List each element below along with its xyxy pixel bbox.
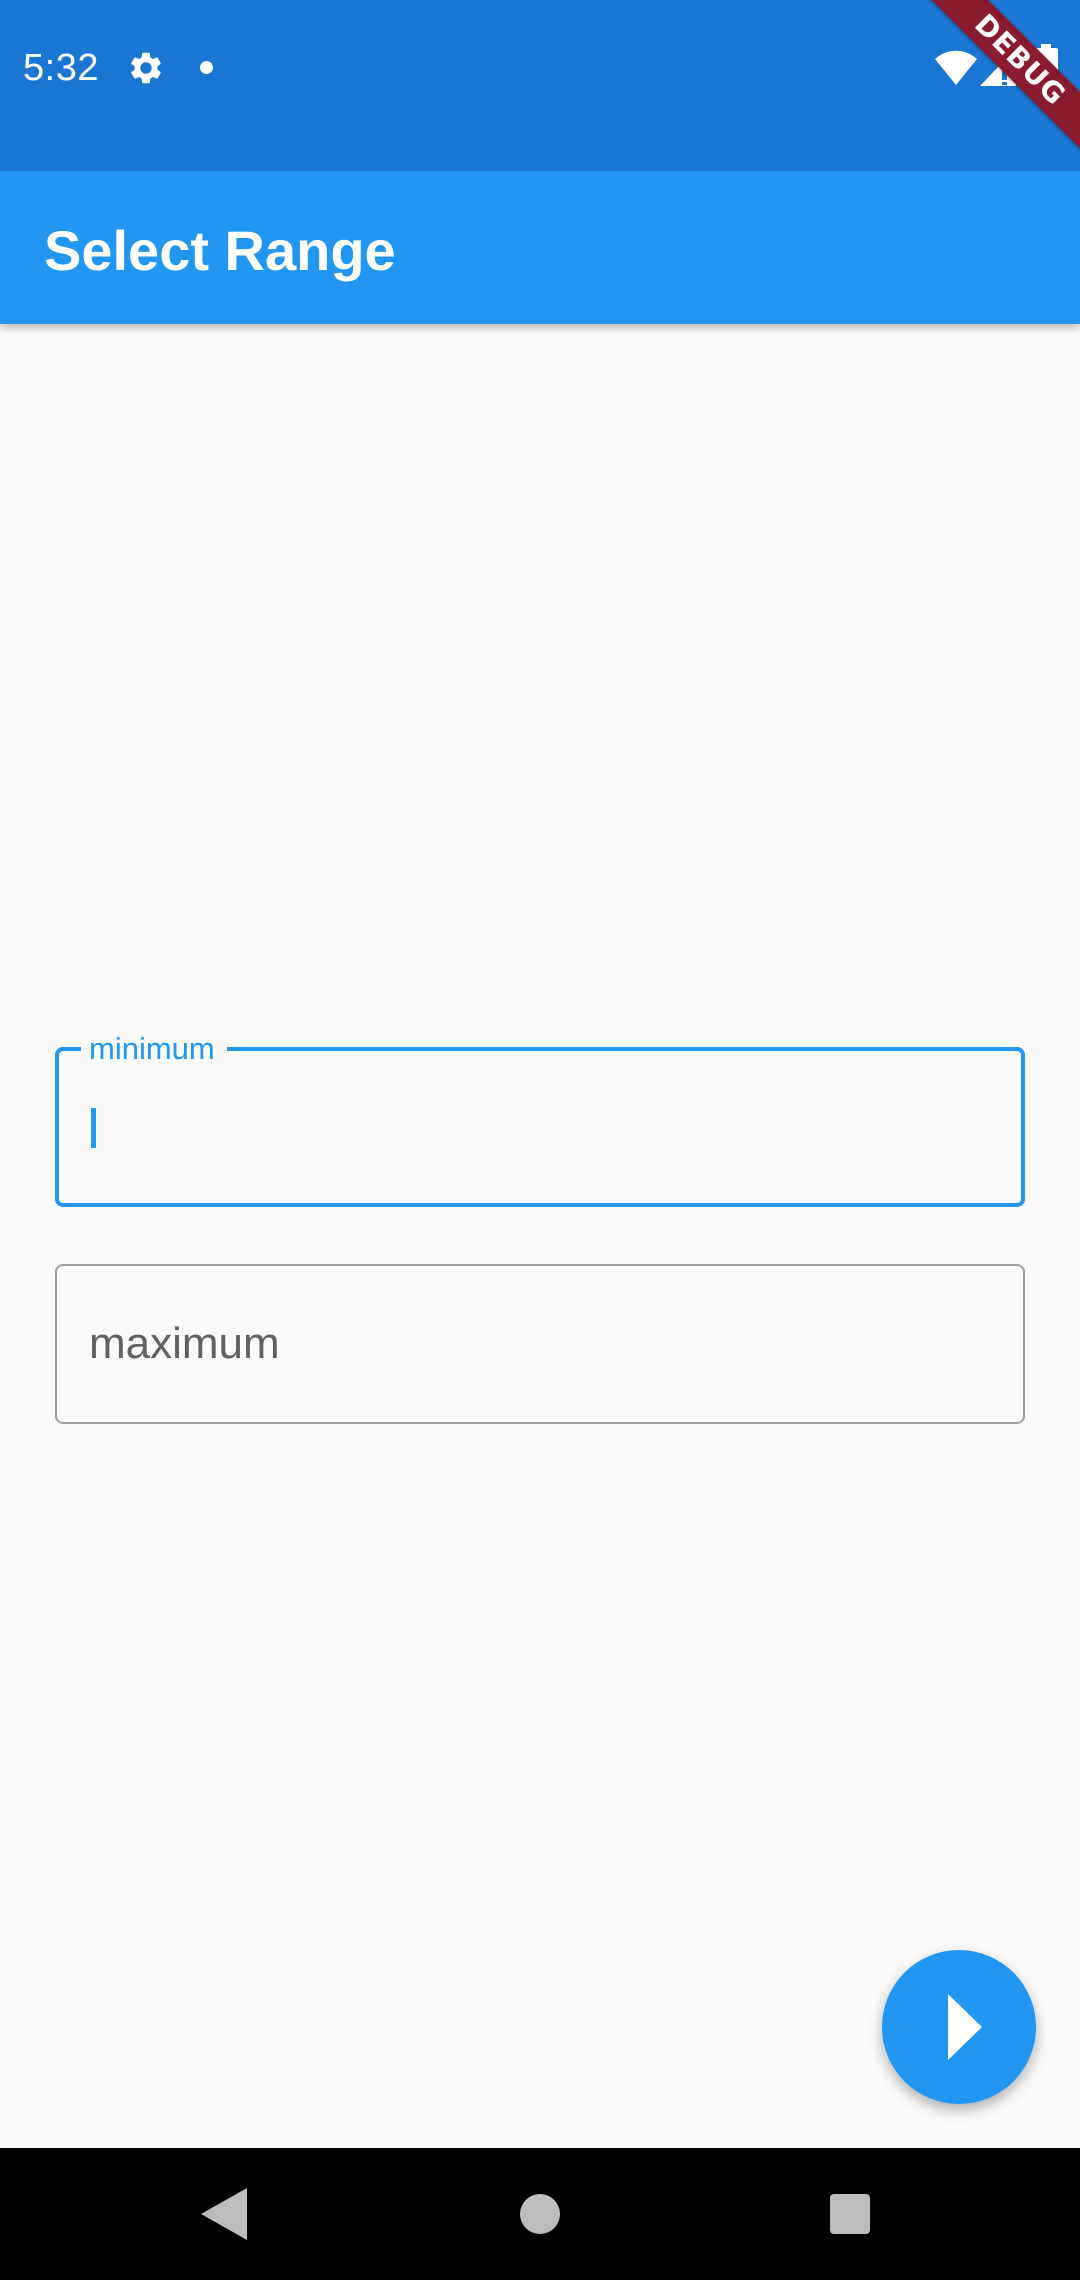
system-nav-bar bbox=[0, 2148, 1080, 2280]
recents-icon[interactable] bbox=[830, 2194, 870, 2234]
page-title: Select Range bbox=[44, 219, 396, 282]
minimum-field-label: minimum bbox=[81, 1031, 227, 1067]
wifi-icon bbox=[935, 50, 977, 85]
next-fab-button[interactable] bbox=[882, 1950, 1036, 2104]
status-bar: 5:32 bbox=[0, 0, 1080, 171]
app-bar: Select Range bbox=[0, 171, 1080, 324]
home-icon[interactable] bbox=[520, 2194, 560, 2234]
text-cursor bbox=[91, 1108, 96, 1148]
maximum-field[interactable]: maximum bbox=[55, 1264, 1025, 1424]
maximum-field-placeholder: maximum bbox=[89, 1319, 280, 1368]
back-icon[interactable] bbox=[201, 2188, 247, 2240]
play-arrow-icon bbox=[948, 1994, 982, 2060]
gear-icon bbox=[131, 52, 161, 84]
status-time: 5:32 bbox=[23, 47, 99, 89]
notification-dot-icon bbox=[200, 61, 213, 74]
minimum-field[interactable]: minimum bbox=[55, 1031, 1025, 1207]
